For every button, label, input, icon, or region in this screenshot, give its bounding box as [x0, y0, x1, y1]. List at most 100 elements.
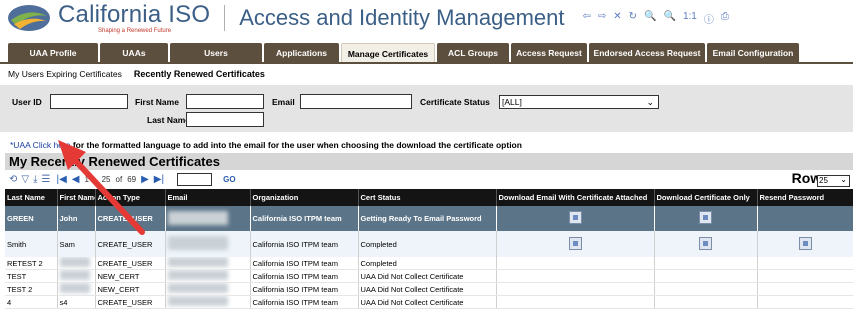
back-icon[interactable]: ⇦ — [583, 11, 591, 26]
subtab-expiring[interactable]: My Users Expiring Certificates — [8, 69, 122, 79]
cell-status: UAA Did Not Collect Certificate — [358, 269, 497, 283]
header-divider — [224, 5, 226, 31]
prev-page-icon[interactable]: ◀ — [72, 174, 80, 185]
cell-email — [165, 282, 251, 296]
cell-email — [165, 295, 251, 309]
first-name-input[interactable] — [186, 94, 264, 109]
table-row[interactable]: RETEST 2 CREATE_USER California ISO ITPM… — [5, 257, 853, 270]
last-page-icon[interactable]: ▶| — [154, 174, 164, 185]
cell-email — [165, 269, 251, 283]
download-cert-icon[interactable] — [699, 236, 712, 250]
zoom-out-icon[interactable]: 🔍 — [664, 11, 676, 26]
cell-resend — [757, 231, 853, 257]
resend-password-icon[interactable] — [798, 236, 812, 250]
first-page-icon[interactable]: |◀ — [56, 174, 66, 185]
table-header-row: Last Name First Name Action Type Email O… — [5, 189, 853, 206]
refresh-icon[interactable]: ↻ — [629, 11, 637, 26]
main-tabs: UAA Profile UAAs Users Applications Mana… — [8, 43, 853, 63]
cert-status-select[interactable]: [ALL] ⌄ — [499, 95, 659, 109]
click-here-link[interactable]: *UAA Click here — [10, 140, 70, 150]
cell-org: California ISO ITPM team — [250, 269, 359, 283]
cell-email — [165, 257, 251, 270]
go-button[interactable]: GO — [223, 175, 235, 184]
col-download-cert[interactable]: Download Certificate Only — [654, 189, 758, 206]
col-cert-status[interactable]: Cert Status — [358, 189, 497, 206]
email-input[interactable] — [300, 94, 412, 109]
certificates-table: Last Name First Name Action Type Email O… — [5, 189, 853, 309]
col-action-type[interactable]: Action Type — [95, 189, 166, 206]
export-icon[interactable]: ⤓ — [33, 174, 37, 185]
columns-icon[interactable]: ☰ — [42, 174, 51, 185]
caiso-logo: California ISO Shaping a Renewed Future — [6, 0, 211, 34]
col-email[interactable]: Email — [165, 189, 251, 206]
col-last-name[interactable]: Last Name — [5, 189, 58, 206]
last-name-label: Last Name — [147, 115, 190, 125]
cell-last-name: TEST 2 — [5, 282, 58, 296]
cell-action: NEW_CERT — [95, 282, 166, 296]
cell-email — [165, 206, 251, 231]
last-name-input[interactable] — [186, 112, 264, 127]
cell-last-name: RETEST 2 — [5, 257, 58, 270]
reset-icon[interactable]: ⟲ — [9, 174, 17, 185]
print-icon[interactable]: ⎙ — [721, 11, 729, 26]
page-start: 1 — [84, 174, 89, 184]
tab-users[interactable]: Users — [170, 43, 262, 63]
table-row[interactable]: Smith Sam CREATE_USER California ISO ITP… — [5, 231, 853, 257]
table-row[interactable]: 4 s4 CREATE_USER California ISO ITPM tea… — [5, 295, 853, 309]
download-email-icon[interactable] — [568, 211, 582, 224]
cell-org: California ISO ITPM team — [250, 257, 359, 270]
tab-applications[interactable]: Applications — [264, 43, 339, 63]
col-first-name[interactable]: First Name — [57, 189, 96, 206]
tab-email-configuration[interactable]: Email Configuration — [707, 43, 799, 63]
cert-status-label: Certificate Status — [420, 97, 490, 107]
cell-first-name: s4 — [57, 295, 96, 309]
page-number-input[interactable] — [177, 172, 213, 186]
info-icon[interactable]: ⓘ — [704, 11, 714, 26]
tab-uaas[interactable]: UAAs — [100, 43, 168, 63]
logo-tagline: Shaping a Renewed Future — [98, 27, 172, 34]
cell-org: California ISO ITPM team — [250, 295, 359, 309]
cell-status: Getting Ready To Email Password — [358, 206, 497, 231]
cell-action: CREATE_USER — [95, 295, 166, 309]
cell-org: California ISO ITPM team — [250, 231, 359, 257]
table-row[interactable]: TEST NEW_CERT California ISO ITPM team U… — [5, 269, 853, 283]
col-organization[interactable]: Organization — [250, 189, 359, 206]
subtab-renewed[interactable]: Recently Renewed Certificates — [134, 69, 265, 79]
next-page-icon[interactable]: ▶ — [141, 174, 149, 185]
table-row[interactable]: TEST 2 NEW_CERT California ISO ITPM team… — [5, 282, 853, 296]
logo-name: California ISO — [58, 0, 211, 28]
download-cert-icon[interactable] — [699, 211, 712, 224]
cell-status: Completed — [358, 257, 497, 270]
rows-select[interactable]: 25 ⌄ — [817, 175, 850, 187]
cell-last-name: GREEN — [5, 206, 58, 231]
close-icon[interactable]: ✕ — [613, 11, 621, 26]
tab-access-request[interactable]: Access Request — [511, 43, 587, 63]
cell-org: California ISO ITPM team — [250, 282, 359, 296]
tab-acl-groups[interactable]: ACL Groups — [437, 43, 509, 63]
tab-manage-certificates[interactable]: Manage Certificates — [341, 43, 435, 63]
tab-uaa-profile[interactable]: UAA Profile — [8, 43, 98, 63]
col-resend-password[interactable]: Resend Password — [757, 189, 853, 206]
zoom-in-icon[interactable]: 🔍 — [644, 11, 656, 26]
user-id-label: User ID — [12, 97, 42, 107]
actual-size-icon[interactable]: 1:1 — [683, 11, 697, 26]
pager: |◀ ◀ 1 - 25 of 69 ▶ ▶| GO — [56, 172, 236, 186]
redacted-email — [167, 296, 228, 306]
tab-endorsed-access-request[interactable]: Endorsed Access Request — [589, 43, 705, 63]
redacted-email — [167, 283, 228, 293]
redacted-first-name — [59, 270, 90, 280]
download-email-icon[interactable] — [568, 236, 582, 250]
col-download-email[interactable]: Download Email With Certificate Attached — [496, 189, 655, 206]
filter-panel: User ID First Name Email Certificate Sta… — [0, 85, 853, 132]
cell-last-name: TEST — [5, 269, 58, 283]
cell-download-cert — [654, 231, 758, 257]
user-id-input[interactable] — [50, 94, 128, 109]
tab-rule — [0, 62, 853, 64]
chevron-down-icon: ⌄ — [646, 97, 654, 107]
table-row[interactable]: GREEN John CREATE_USER California ISO IT… — [5, 206, 853, 231]
filter-icon[interactable]: ▽ — [21, 174, 29, 185]
notice-text: for the formatted language to add into t… — [70, 140, 522, 150]
forward-icon[interactable]: ⇨ — [598, 11, 606, 26]
cell-resend — [757, 206, 853, 231]
page-of: of — [115, 174, 123, 184]
